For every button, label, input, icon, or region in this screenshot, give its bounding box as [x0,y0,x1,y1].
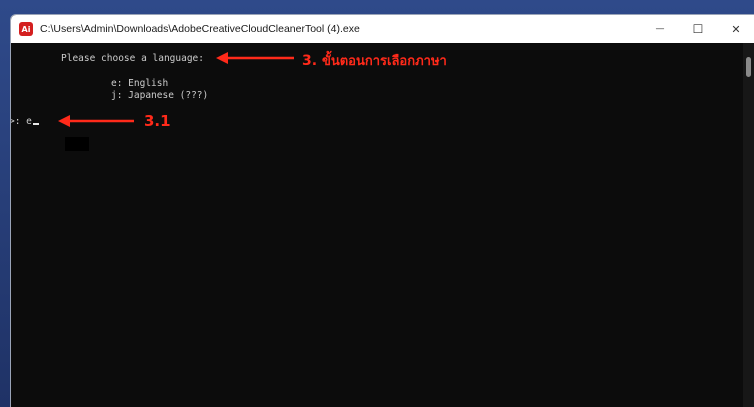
close-button[interactable]: ✕ [717,15,754,43]
option-english: e: English [111,78,169,89]
scroll-thumb[interactable] [746,57,751,77]
minimize-icon: — [655,24,665,34]
annotation-step-3-1: 3.1 [144,112,171,130]
console-output[interactable]: Please choose a language: e: English j: … [11,43,743,407]
window-title: C:\Users\Admin\Downloads\AdobeCreativeCl… [40,23,360,35]
arrow-icon [216,52,294,64]
maximize-button[interactable]: ☐ [679,15,717,43]
arrow-icon [58,115,134,127]
title-bar[interactable]: Ai C:\Users\Admin\Downloads\AdobeCreativ… [11,15,754,43]
annotation-step-3: 3. ขั้นตอนการเลือกภาษา [302,50,447,71]
annotation-step-3-text: ขั้นตอนการเลือกภาษา [321,54,447,69]
text-cursor [32,123,39,125]
maximize-icon: ☐ [692,22,704,36]
input-line[interactable]: >: e [10,116,39,128]
input-value: e [26,116,32,127]
close-icon: ✕ [731,22,741,36]
minimize-button[interactable]: — [641,15,679,43]
input-prompt: >: [10,116,27,127]
black-overlay-box [65,137,89,151]
option-japanese: j: Japanese (???) [111,90,209,101]
app-icon: Ai [19,22,33,36]
window-controls: — ☐ ✕ [641,15,754,43]
desktop: Ai C:\Users\Admin\Downloads\AdobeCreativ… [0,0,754,407]
console-window: Ai C:\Users\Admin\Downloads\AdobeCreativ… [10,14,754,407]
annotation-step-3-number: 3. [302,53,318,69]
vertical-scrollbar[interactable] [743,43,754,407]
language-prompt-heading: Please choose a language: [61,53,204,64]
